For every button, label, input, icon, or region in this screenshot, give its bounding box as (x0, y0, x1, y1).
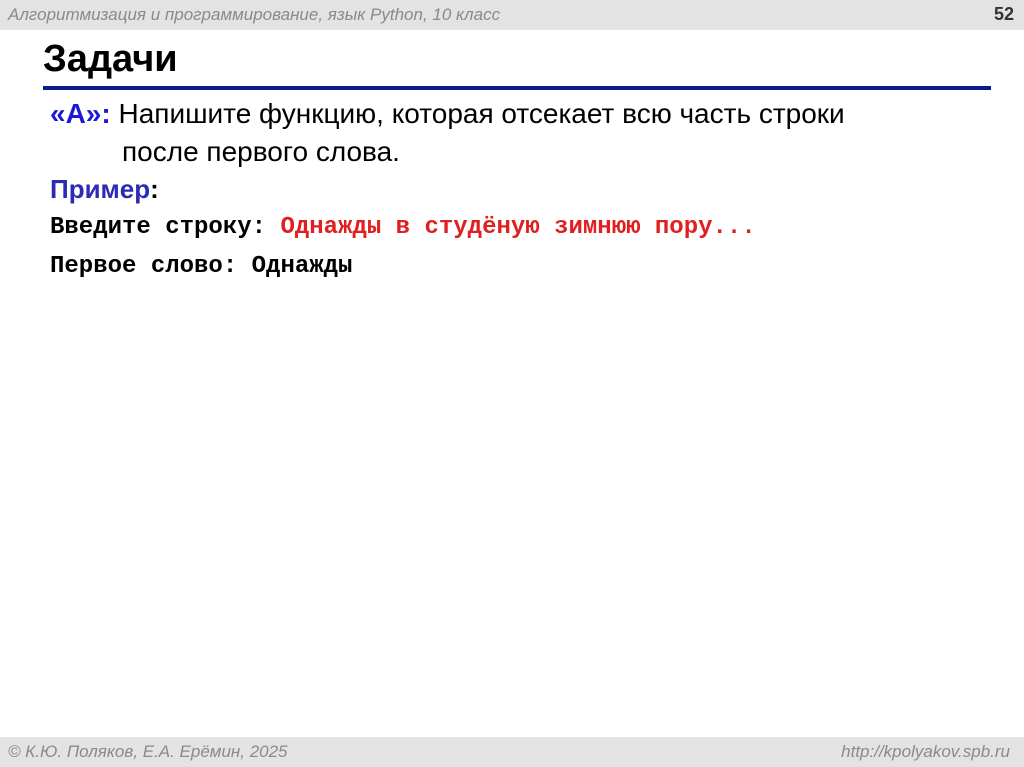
header-bar: Алгоритмизация и программирование, язык … (0, 0, 1024, 30)
example-output-line: Первое слово: Однажды (50, 253, 352, 280)
footer-url: http://kpolyakov.spb.ru (841, 742, 1010, 761)
example-colon: : (150, 174, 159, 204)
output-prompt: Первое слово: (50, 253, 252, 280)
title-divider (43, 86, 991, 90)
slide-title: Задачи (43, 38, 178, 80)
output-text: Однажды (251, 253, 353, 280)
footer-bar: © К.Ю. Поляков, Е.А. Ерёмин, 2025 http:/… (0, 737, 1024, 767)
page-number: 52 (993, 4, 1014, 24)
footer-authors: © К.Ю. Поляков, Е.А. Ерёмин, 2025 (8, 742, 288, 761)
task-label: «A»: (50, 98, 111, 129)
input-prompt: Введите строку: (50, 214, 281, 241)
example-label: Пример (50, 174, 151, 204)
task-text-line1: Напишите функцию, которая отсекает всю ч… (118, 98, 845, 129)
example-heading: Пример: (50, 174, 159, 205)
task-line-2: после первого слова. (122, 136, 400, 168)
slide: Алгоритмизация и программирование, язык … (0, 0, 1024, 767)
course-title: Алгоритмизация и программирование, язык … (8, 5, 501, 24)
user-input-text: Однажды в студёную зимнюю пору... (280, 214, 756, 241)
task-text-line2: после первого слова. (122, 136, 400, 167)
example-input-line: Введите строку: Однажды в студёную зимню… (50, 214, 756, 241)
task-line-1: «A»: Напишите функцию, которая отсекает … (50, 98, 845, 130)
